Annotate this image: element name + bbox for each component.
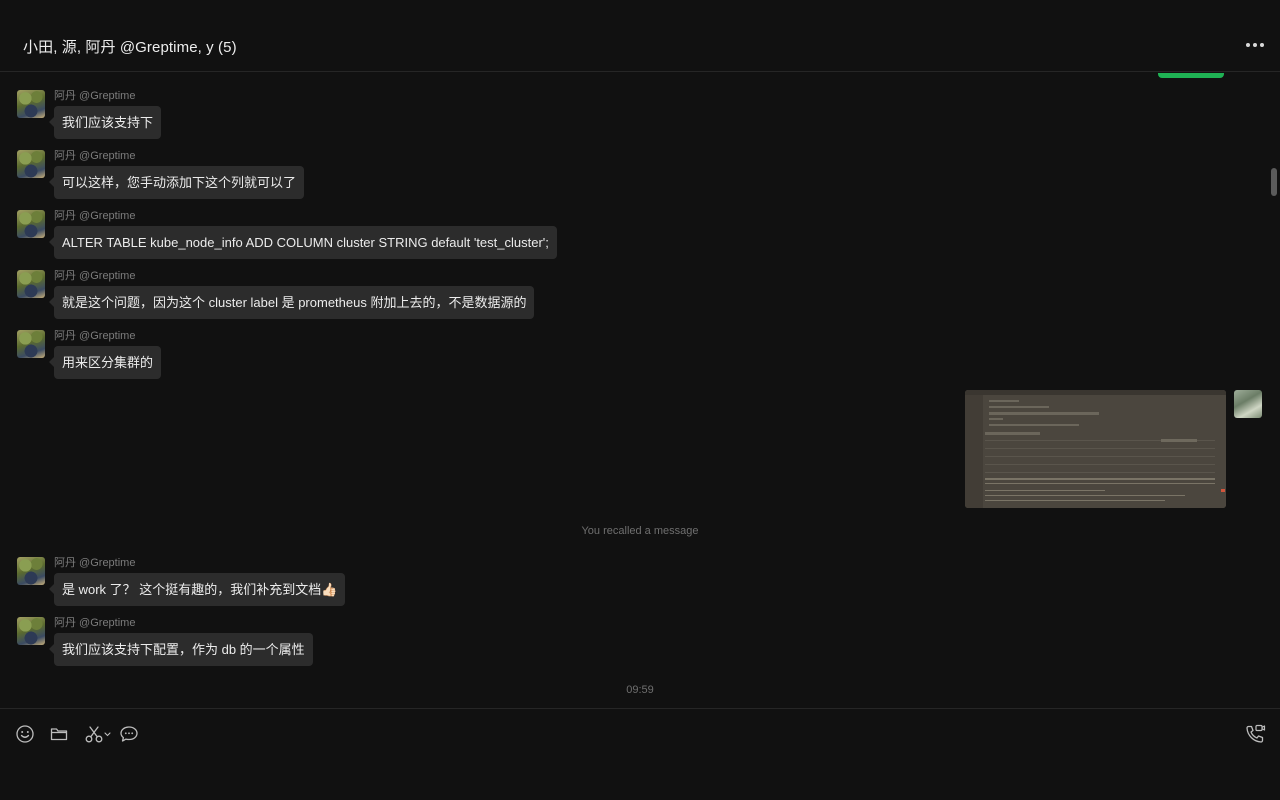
avatar[interactable]	[17, 90, 45, 118]
sender-name: 阿丹 @Greptime	[54, 90, 136, 102]
chat-title: 小田, 源, 阿丹 @Greptime, y (5)	[23, 39, 237, 56]
phone-video-call-icon	[1246, 724, 1266, 743]
message-row: 阿丹 @Greptime 是 work 了？ 这个挺有趣的，我们补充到文档👍🏻	[0, 557, 1280, 617]
emoji-button[interactable]	[14, 723, 36, 745]
sender-name: 阿丹 @Greptime	[54, 617, 136, 629]
message-row: 阿丹 @Greptime 可以这样，您手动添加下这个列就可以了	[0, 150, 1280, 210]
file-button[interactable]	[48, 723, 70, 745]
message-bubble[interactable]: 我们应该支持下	[48, 106, 162, 139]
image-message-thumbnail[interactable]	[965, 390, 1226, 508]
message-row: 阿丹 @Greptime 就是这个问题，因为这个 cluster label 是…	[0, 270, 1280, 330]
message-input[interactable]	[16, 753, 1220, 795]
sender-name: 阿丹 @Greptime	[54, 557, 136, 569]
avatar[interactable]	[17, 330, 45, 358]
sender-name: 阿丹 @Greptime	[54, 330, 136, 342]
call-button[interactable]	[1244, 723, 1266, 745]
avatar[interactable]	[17, 150, 45, 178]
more-options-button[interactable]	[1240, 32, 1270, 58]
more-dot-icon	[1260, 43, 1264, 47]
message-bubble[interactable]: ALTER TABLE kube_node_info ADD COLUMN cl…	[49, 226, 557, 259]
timestamp: 09:59	[626, 684, 654, 696]
avatar[interactable]	[17, 617, 45, 645]
emoji-icon	[16, 725, 34, 743]
chat-header: 小田, 源, 阿丹 @Greptime, y (5)	[0, 0, 1280, 72]
self-avatar[interactable]	[1234, 390, 1262, 418]
sender-name: 阿丹 @Greptime	[54, 270, 136, 282]
sender-name: 阿丹 @Greptime	[54, 150, 136, 162]
avatar[interactable]	[17, 270, 45, 298]
composer	[0, 708, 1280, 800]
more-dot-icon	[1246, 43, 1250, 47]
recall-notice: You recalled a message	[581, 525, 699, 537]
avatar[interactable]	[17, 210, 45, 238]
chat-window: 小田, 源, 阿丹 @Greptime, y (5) 阿丹 @Greptime …	[0, 0, 1280, 800]
sender-name: 阿丹 @Greptime	[54, 210, 136, 222]
chat-bubble-icon	[120, 726, 138, 742]
scissors-icon	[85, 726, 111, 743]
previous-self-bubble	[1158, 73, 1224, 78]
screenshot-thumbnail-image	[965, 390, 1226, 508]
message-bubble[interactable]: 用来区分集群的	[48, 346, 162, 379]
message-bubble[interactable]: 是 work 了？ 这个挺有趣的，我们补充到文档👍🏻	[48, 573, 346, 606]
message-list[interactable]: 阿丹 @Greptime 我们应该支持下 阿丹 @Greptime 可以这样，您…	[0, 73, 1280, 708]
more-dot-icon	[1253, 43, 1257, 47]
message-row: 阿丹 @Greptime ALTER TABLE kube_node_info …	[0, 210, 1280, 270]
avatar[interactable]	[17, 557, 45, 585]
message-row: 阿丹 @Greptime 我们应该支持下	[0, 90, 1280, 150]
message-bubble[interactable]: 我们应该支持下配置，作为 db 的一个属性	[49, 633, 313, 666]
chat-history-button[interactable]	[118, 723, 140, 745]
screenshot-button[interactable]	[84, 723, 114, 745]
message-bubble[interactable]: 就是这个问题，因为这个 cluster label 是 prometheus 附…	[48, 286, 535, 319]
message-row: 阿丹 @Greptime 我们应该支持下配置，作为 db 的一个属性	[0, 617, 1280, 677]
message-row: 阿丹 @Greptime 用来区分集群的	[0, 330, 1280, 390]
message-bubble[interactable]: 可以这样，您手动添加下这个列就可以了	[48, 166, 305, 199]
folder-icon	[50, 728, 68, 741]
